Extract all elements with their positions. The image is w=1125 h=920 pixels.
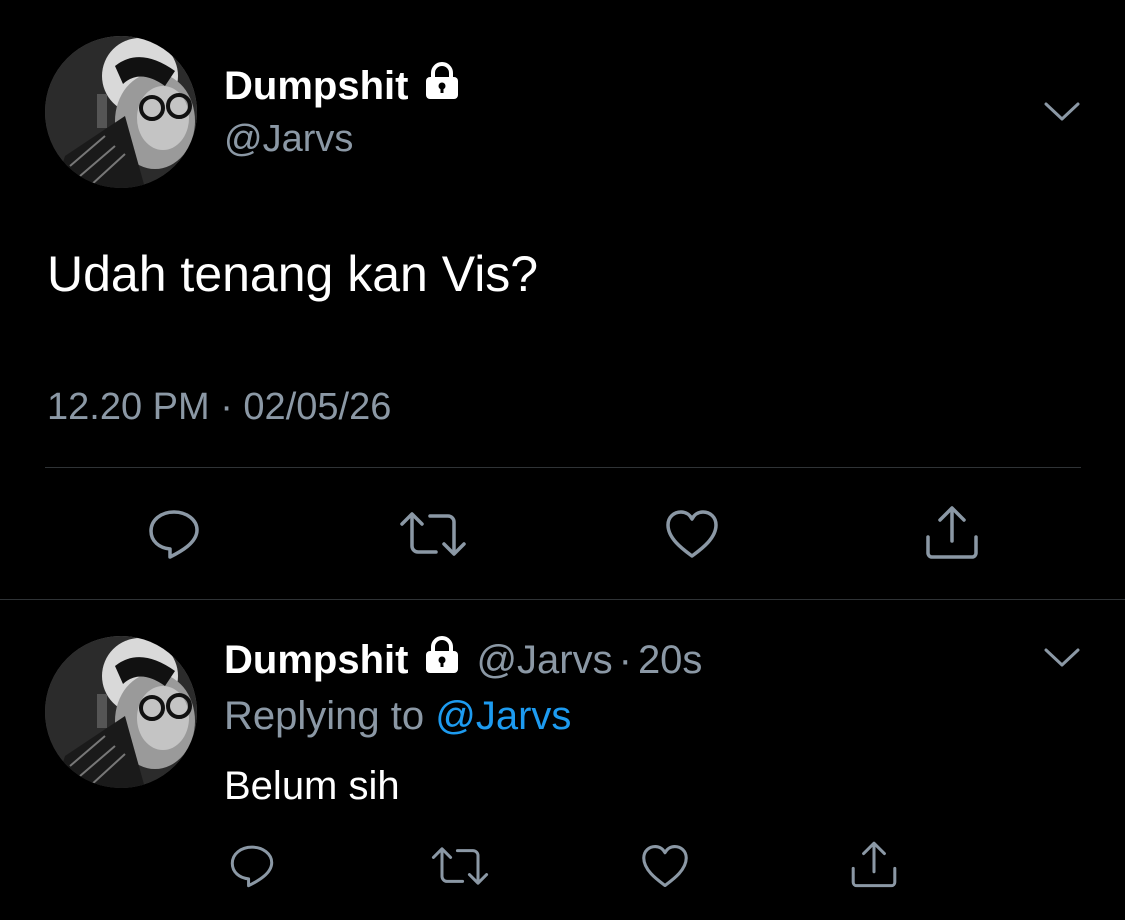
tweet-text: Belum sih — [224, 764, 400, 808]
reply-button[interactable] — [146, 508, 202, 560]
share-icon — [851, 841, 897, 888]
divider — [45, 467, 1081, 468]
display-name[interactable]: Dumpshit — [224, 638, 408, 683]
lock-icon — [422, 62, 462, 110]
handle[interactable]: @Jarvs — [476, 638, 612, 683]
retweet-button[interactable] — [398, 508, 468, 560]
reply-icon — [149, 510, 199, 559]
reply-header: Dumpshit @Jarvs · 20s — [224, 636, 702, 684]
replying-to-mention[interactable]: @Jarvs — [435, 694, 571, 738]
share-button[interactable] — [922, 503, 982, 561]
replying-to-label: Replying to — [224, 694, 425, 738]
like-button[interactable] — [664, 508, 720, 560]
separator-dot: · — [618, 637, 632, 682]
display-name-text[interactable]: Dumpshit — [224, 64, 408, 109]
lock-icon — [422, 636, 462, 684]
replying-to-line: Replying to @Jarvs — [224, 694, 571, 739]
chevron-down-icon[interactable] — [1042, 100, 1082, 129]
share-button[interactable] — [848, 838, 900, 890]
divider — [0, 599, 1125, 600]
tweet-timestamp[interactable]: 12.20 PM · 02/05/26 — [47, 386, 391, 429]
chevron-down-icon[interactable] — [1042, 646, 1082, 675]
tweet-text: Udah tenang kan Vis? — [47, 246, 539, 302]
avatar[interactable] — [45, 636, 197, 788]
avatar[interactable] — [45, 36, 197, 188]
display-name[interactable]: Dumpshit — [224, 62, 462, 110]
reply-button[interactable] — [228, 843, 276, 889]
relative-time[interactable]: 20s — [638, 638, 703, 683]
heart-icon — [666, 510, 718, 558]
like-button[interactable] — [640, 843, 690, 889]
retweet-button[interactable] — [430, 843, 490, 889]
retweet-icon — [431, 847, 489, 885]
retweet-icon — [400, 512, 466, 556]
share-icon — [926, 506, 978, 559]
reply-icon — [230, 845, 274, 888]
handle[interactable]: @Jarvs — [224, 118, 353, 161]
heart-icon — [642, 844, 688, 888]
